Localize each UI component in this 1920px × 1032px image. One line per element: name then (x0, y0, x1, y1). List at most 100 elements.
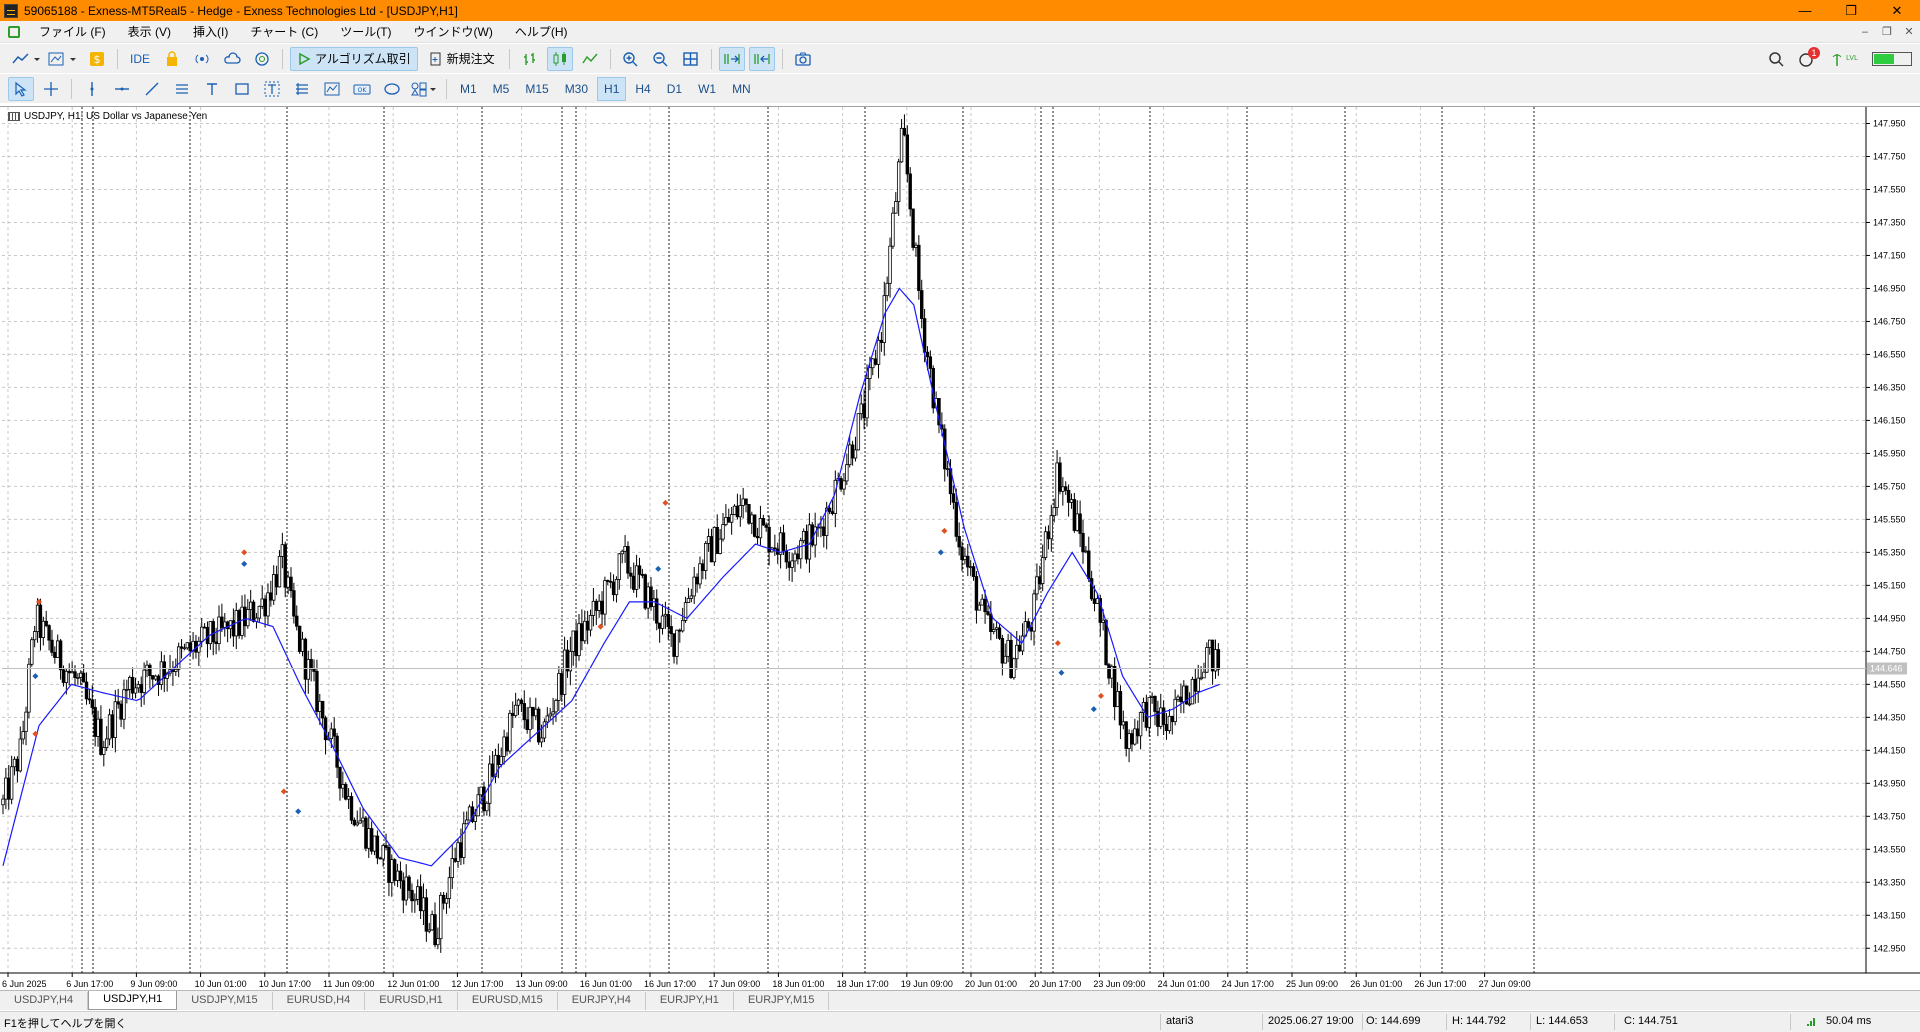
candle-body (914, 244, 918, 248)
new-order-button[interactable]: 新規注文 (422, 47, 502, 71)
tile-windows-button[interactable] (678, 47, 704, 71)
close-icon[interactable]: ✕ (1874, 0, 1920, 21)
candle-body (1121, 721, 1126, 726)
chart-window[interactable]: 147.950 147.750 147.550 147.350 147.150 146.9… (0, 106, 1920, 991)
tab-eurjpy-h1[interactable]: EURJPY,H1 (646, 992, 734, 1010)
candle-body (634, 565, 639, 590)
candle-body (692, 576, 696, 597)
grid-icon (682, 51, 698, 66)
shapes-dropdown[interactable] (409, 77, 439, 101)
chart-shift-button[interactable] (748, 46, 775, 71)
trendline-icon (145, 82, 159, 95)
candle-body (922, 318, 927, 353)
menu-help[interactable]: ヘルプ(H) (504, 23, 579, 40)
minimize-icon[interactable]: — (1782, 0, 1828, 21)
candle-body (669, 626, 673, 635)
algo-trading-button[interactable]: アルゴリズム取引 (290, 46, 418, 71)
timeframe-h1[interactable]: H1 (597, 76, 627, 101)
candle-body (830, 511, 835, 514)
drawing-toolbar: OK M1 M5 M15 M30 H1 H4 D1 W1 MN (0, 74, 1920, 103)
mdi-minimize-icon[interactable]: – (1854, 21, 1876, 43)
candle-body (992, 629, 996, 632)
candle-body (70, 671, 74, 674)
y-axis-tick-label: 143.550 (1873, 844, 1906, 854)
tab-usdjpy-h4[interactable]: USDJPY,H4 (0, 992, 89, 1010)
ellipse-tool[interactable] (379, 77, 405, 101)
notifications-button[interactable]: 1 (1798, 46, 1821, 67)
templates-dropdown[interactable] (46, 47, 80, 71)
timeframe-m30[interactable]: M30 (558, 77, 595, 101)
tab-usdjpy-m15[interactable]: USDJPY,M15 (177, 992, 273, 1010)
tab-usdjpy-h1[interactable]: USDJPY,H1 (88, 991, 178, 1010)
tab-eurusd-h4[interactable]: EURUSD,H4 (273, 992, 366, 1010)
candle-body (179, 646, 184, 649)
menu-file[interactable]: ファイル (F) (28, 23, 117, 40)
crosshair-tool[interactable] (38, 77, 64, 101)
line-chart-button[interactable] (577, 47, 603, 71)
rectangle-tool[interactable] (229, 77, 255, 101)
timeframe-m1[interactable]: M1 (453, 77, 484, 101)
tab-eurjpy-h4[interactable]: EURJPY,H4 (558, 992, 646, 1010)
mdi-close-icon[interactable]: ✕ (1898, 21, 1920, 43)
indicator-tool[interactable] (319, 77, 345, 101)
timeframe-m5[interactable]: M5 (486, 77, 517, 101)
zoom-out-button[interactable] (648, 47, 674, 71)
price-chart[interactable]: 147.950 147.750 147.550 147.350 147.150 146.9… (0, 107, 1920, 991)
candle-body (338, 766, 342, 789)
text-label-tool[interactable] (259, 77, 285, 101)
horizontal-line-tool[interactable] (109, 77, 135, 101)
trendline-tool[interactable] (139, 77, 165, 101)
search-icon[interactable] (1768, 51, 1784, 67)
mt5-logo-icon[interactable] (8, 25, 20, 38)
timeframe-mn[interactable]: MN (725, 77, 758, 101)
timeframe-w1[interactable]: W1 (691, 77, 723, 101)
autoscroll-button[interactable] (718, 46, 745, 71)
timeframe-h4[interactable]: H4 (628, 77, 657, 101)
lock-button[interactable] (159, 47, 185, 71)
candle-body (729, 514, 734, 523)
window-title: 59065188 - Exness-MT5Real5 - Hedge - Exn… (24, 3, 458, 18)
candle-body (560, 673, 564, 695)
bar-chart-button[interactable] (517, 47, 543, 71)
maximize-icon[interactable]: ❐ (1828, 0, 1874, 21)
candle-body (15, 758, 20, 772)
vps-button[interactable] (219, 47, 245, 71)
y-axis-tick-label: 144.750 (1873, 646, 1906, 656)
candle-body (246, 609, 250, 627)
candle-body (608, 580, 613, 583)
mdi-restore-icon[interactable]: ❐ (1876, 21, 1898, 43)
candle-chart-button[interactable] (546, 46, 573, 71)
tab-eurjpy-m15[interactable]: EURJPY,M15 (734, 992, 830, 1010)
candle-body (862, 403, 866, 419)
tab-eurusd-h1[interactable]: EURUSD,H1 (365, 992, 458, 1010)
button-object-tool[interactable]: OK (349, 77, 375, 101)
candle-body (793, 553, 797, 562)
menu-window[interactable]: ウインドウ(W) (403, 23, 504, 40)
signals-button[interactable] (189, 47, 215, 71)
menu-insert[interactable]: 挿入(I) (182, 23, 239, 40)
candle-body (139, 684, 143, 693)
channel-tool[interactable] (169, 77, 195, 101)
chart-type-dropdown[interactable] (10, 47, 42, 71)
candle-body (27, 663, 31, 713)
community-button[interactable] (249, 47, 275, 71)
candle-body (591, 600, 596, 616)
text-tool[interactable] (199, 77, 225, 101)
tab-eurusd-m15[interactable]: EURUSD,M15 (458, 992, 558, 1010)
zoom-in-button[interactable] (618, 47, 644, 71)
market-button[interactable]: $ (84, 47, 110, 71)
fibonacci-tool[interactable] (289, 77, 315, 101)
candle-body (868, 367, 872, 379)
cursor-tool[interactable] (8, 76, 34, 101)
menu-view[interactable]: 表示 (V) (117, 23, 182, 40)
ide-button[interactable]: IDE (125, 47, 155, 71)
menu-tools[interactable]: ツール(T) (329, 23, 402, 40)
candle-body (911, 208, 915, 248)
menu-charts[interactable]: チャート (C) (239, 23, 329, 40)
timeframe-m15[interactable]: M15 (518, 77, 555, 101)
screenshot-button[interactable] (790, 47, 816, 71)
candle-body (680, 620, 685, 632)
timeframe-d1[interactable]: D1 (660, 77, 689, 101)
candle-body (640, 573, 645, 576)
vertical-line-tool[interactable] (79, 77, 105, 101)
